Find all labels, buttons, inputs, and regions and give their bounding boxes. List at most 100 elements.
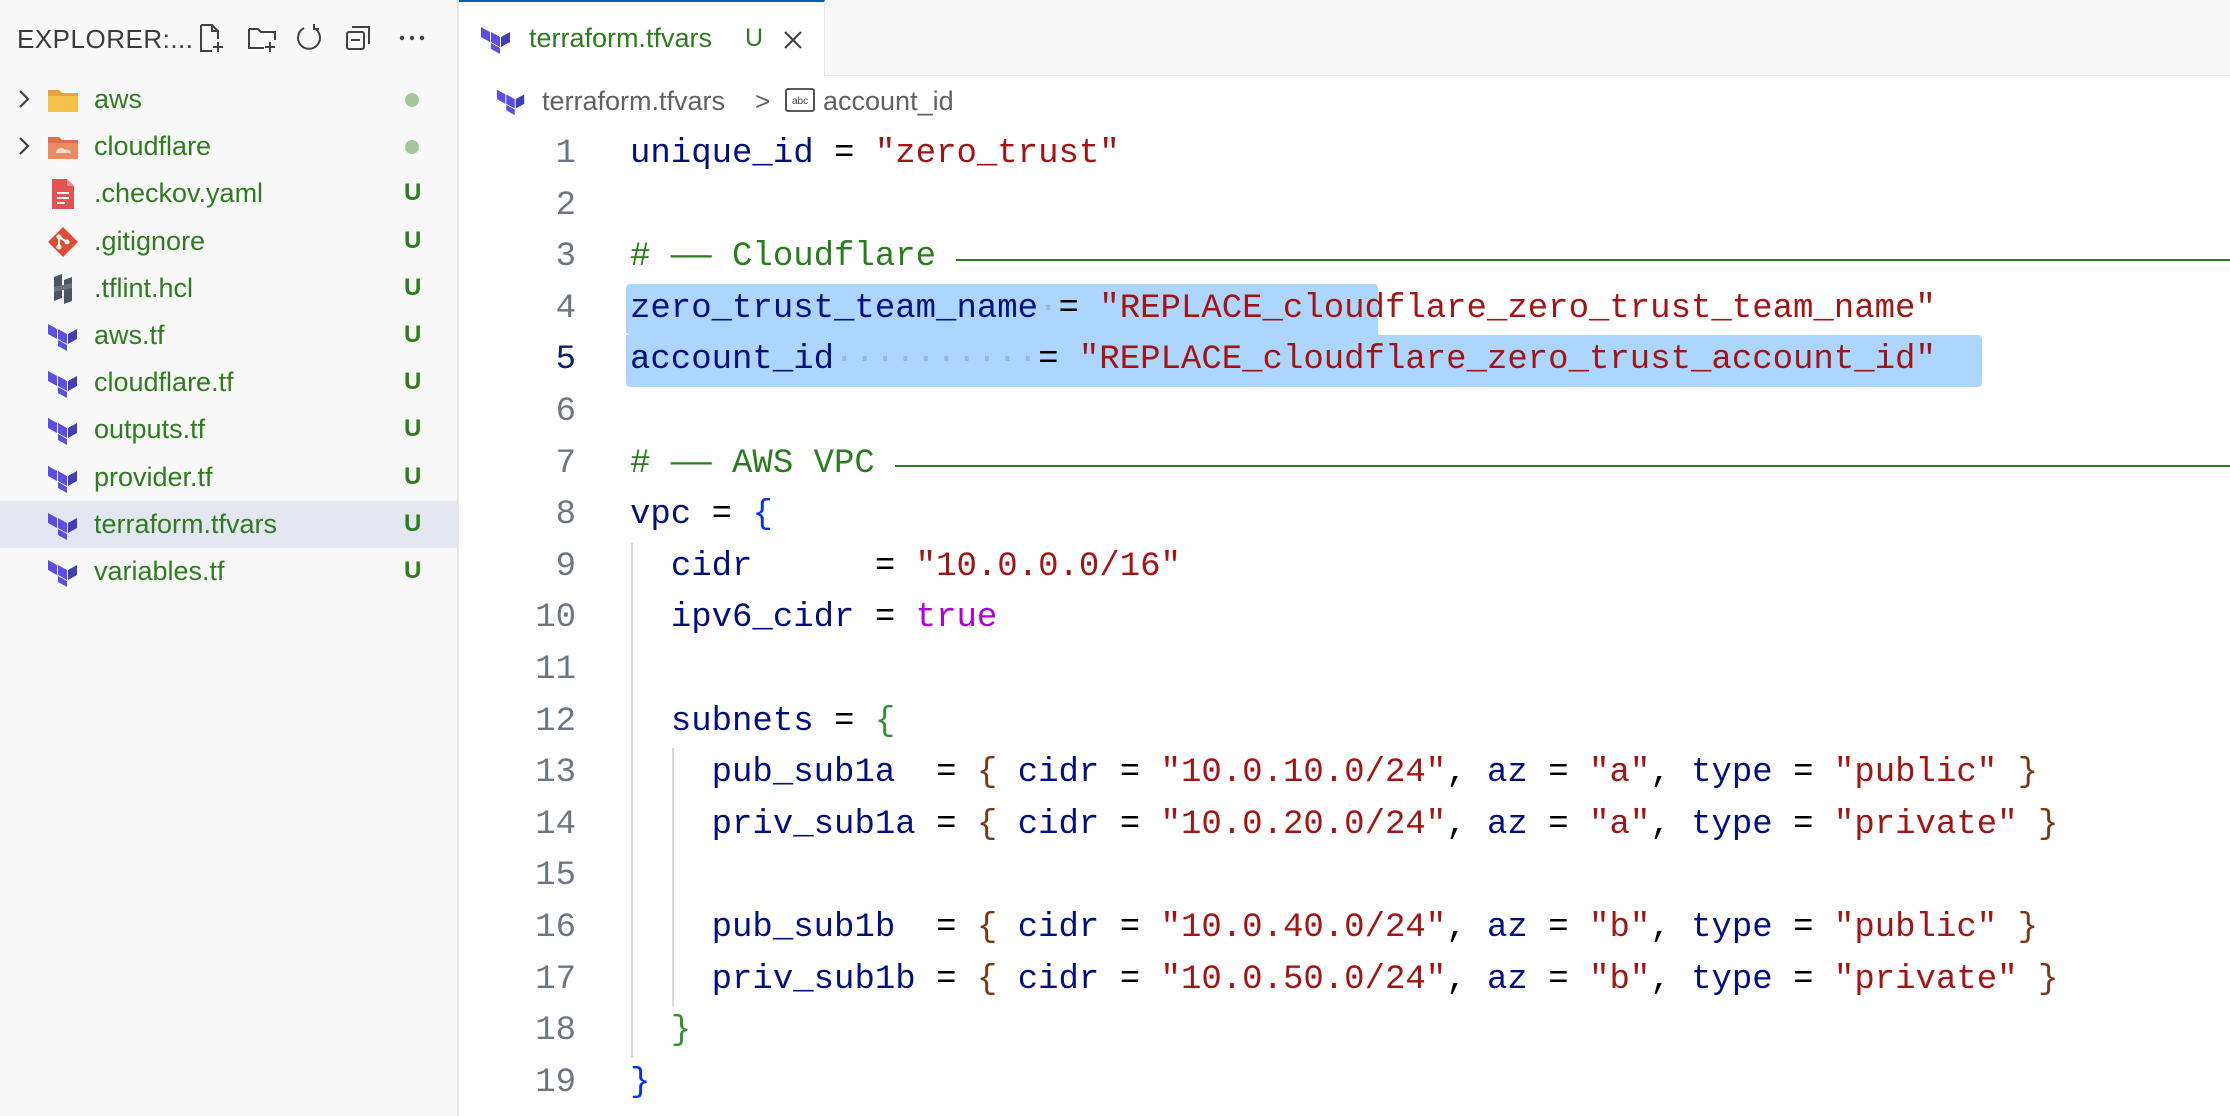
code-token: = xyxy=(1038,341,1079,380)
code-editor[interactable]: 1 unique_id = "zero_trust" 2 3 # —— Cloudfla… xyxy=(459,129,2230,1116)
breadcrumb-file[interactable]: terraform.tfvars xyxy=(542,86,725,117)
tree-item-variables-tf[interactable]: variables.tf U xyxy=(0,548,457,595)
modified-dot-icon xyxy=(405,140,419,155)
code-token: # —— AWS VPC xyxy=(630,444,896,483)
tree-item-label: terraform.tfvars xyxy=(94,508,278,539)
code-line[interactable]: 2 xyxy=(459,181,2230,233)
code-token: type xyxy=(1691,754,1773,793)
code-line[interactable]: 19} xyxy=(459,1058,2230,1110)
close-icon[interactable] xyxy=(777,24,809,56)
code-line[interactable]: 1 unique_id = "zero_trust" xyxy=(459,129,2230,181)
code-token: = xyxy=(1099,754,1161,793)
line-number: 16 xyxy=(535,909,576,947)
tree-item-label: provider.tf xyxy=(94,461,213,492)
code-line[interactable]: 4 zero_trust_team_name·= "REPLACE_cloudfl… xyxy=(459,283,2230,336)
line-number: 2 xyxy=(555,186,576,225)
line-number: 8 xyxy=(555,496,576,535)
code-token: = xyxy=(813,135,875,173)
tree-item-terraform-tfvars[interactable]: terraform.tfvars U xyxy=(0,500,457,548)
code-token: , xyxy=(1446,754,1488,793)
code-token: } xyxy=(2017,909,2038,947)
tree-item-cloudflare-tf[interactable]: cloudflare.tf U xyxy=(0,359,457,406)
untracked-badge: U xyxy=(404,415,422,443)
code-token: { xyxy=(752,496,773,535)
new-folder-button[interactable] xyxy=(244,20,280,56)
collapse-all-button[interactable] xyxy=(340,20,376,56)
untracked-badge: U xyxy=(404,368,422,396)
tab-terraform-tfvars[interactable]: terraform.tfvars U xyxy=(459,0,825,77)
code-line[interactable]: 16 pub_sub1b = { cidr = "10.0.40.0/24", … xyxy=(459,903,2230,955)
code-token: { xyxy=(976,909,998,947)
refresh-button[interactable] xyxy=(290,20,326,56)
code-line[interactable]: 14 priv_sub1a = { cidr = "10.0.20.0/24",… xyxy=(459,800,2230,852)
code-token: cidr xyxy=(1017,754,1100,793)
code-token: , xyxy=(1650,960,1692,999)
code-text: pub_sub1b = { cidr = "10.0.40.0/24", az … xyxy=(630,903,2038,955)
code-text: cidr = "10.0.0.0/16" xyxy=(630,542,1181,594)
new-file-button[interactable] xyxy=(192,20,228,56)
untracked-badge: U xyxy=(404,556,422,584)
code-line[interactable]: 18 } xyxy=(459,1006,2230,1058)
tree-item-tflint-hcl[interactable]: .tflint.hcl U xyxy=(0,265,457,312)
code-token: , xyxy=(1650,909,1692,947)
code-line[interactable]: 10 ipv6_cidr = true xyxy=(459,593,2230,645)
breadcrumb: terraform.tfvars > abc account_id xyxy=(459,78,2230,124)
code-line[interactable]: 8 vpc = { xyxy=(459,490,2230,542)
code-token: "a" xyxy=(1589,805,1651,844)
breadcrumb-symbol[interactable]: account_id xyxy=(823,86,954,117)
untracked-badge: U xyxy=(404,320,422,348)
code-token: { xyxy=(976,754,998,793)
tree-item-aws[interactable]: aws xyxy=(0,76,457,123)
code-token: priv_sub1a xyxy=(711,805,916,844)
code-text: priv_sub1b = { cidr = "10.0.50.0/24", az… xyxy=(630,955,2059,1007)
code-token: pub_sub1b xyxy=(711,909,896,947)
code-line[interactable]: 17 priv_sub1b = { cidr = "10.0.50.0/24",… xyxy=(459,955,2230,1007)
code-token: , xyxy=(1446,909,1488,947)
tree-item-outputs-tf[interactable]: outputs.tf U xyxy=(0,406,457,453)
code-token: "b" xyxy=(1589,909,1651,947)
code-line[interactable]: 3 # —— Cloudflare xyxy=(459,232,2230,284)
code-line[interactable]: 5 account_id··········= "REPLACE_cloudfla… xyxy=(459,335,2230,387)
line-number: 15 xyxy=(535,857,576,896)
code-line[interactable]: 12 subnets = { xyxy=(459,697,2230,749)
code-line[interactable]: 9 cidr = "10.0.0.0/16" xyxy=(459,542,2230,594)
tree-item-aws-tf[interactable]: aws.tf U xyxy=(0,312,457,359)
explorer-title: EXPLORER:... xyxy=(17,24,194,54)
new-folder-icon xyxy=(248,28,276,52)
explorer-header: EXPLORER:... xyxy=(0,0,457,76)
code-line[interactable]: 15 xyxy=(459,851,2230,903)
terraform-icon xyxy=(46,556,80,588)
code-token: zero_trust_team_name xyxy=(630,289,1039,328)
code-token: pub_sub1a xyxy=(711,754,896,793)
code-text: zero_trust_team_name·= "REPLACE_cloudfla… xyxy=(630,284,1936,336)
code-token: } xyxy=(2037,960,2059,999)
code-line[interactable]: 6 xyxy=(459,387,2230,439)
code-text: ipv6_cidr = true xyxy=(630,593,997,645)
more-actions-button[interactable] xyxy=(394,20,430,56)
tree-item-checkov-yaml[interactable]: .checkov.yaml U xyxy=(0,170,457,217)
code-line[interactable]: 11 xyxy=(459,645,2230,697)
tree-item-provider-tf[interactable]: provider.tf U xyxy=(0,454,457,501)
code-token: = xyxy=(813,702,875,741)
terraform-icon xyxy=(481,27,510,54)
code-line[interactable]: 13 pub_sub1a = { cidr = "10.0.10.0/24", … xyxy=(459,748,2230,800)
tree-item-label: .checkov.yaml xyxy=(94,178,264,209)
code-token: { xyxy=(976,960,998,999)
untracked-badge: U xyxy=(404,273,422,301)
line-number: 14 xyxy=(535,805,576,844)
code-token: # —— Cloudflare xyxy=(630,238,957,277)
line-number: 19 xyxy=(535,1063,576,1102)
code-token: = xyxy=(1099,805,1161,844)
refresh-icon xyxy=(297,24,321,50)
tree-item-gitignore[interactable]: .gitignore U xyxy=(0,218,457,265)
chevron-right-icon[interactable] xyxy=(12,133,36,159)
code-line[interactable]: 7 # —— AWS VPC xyxy=(459,439,2230,491)
code-token: vpc xyxy=(630,496,692,535)
chevron-right-icon[interactable] xyxy=(12,86,36,112)
tab-untracked-badge: U xyxy=(745,24,764,52)
line-number: 18 xyxy=(535,1012,576,1051)
code-text: account_id··········= "REPLACE_cloudflar… xyxy=(630,335,1936,387)
tree-item-cloudflare[interactable]: cloudflare xyxy=(0,123,457,170)
